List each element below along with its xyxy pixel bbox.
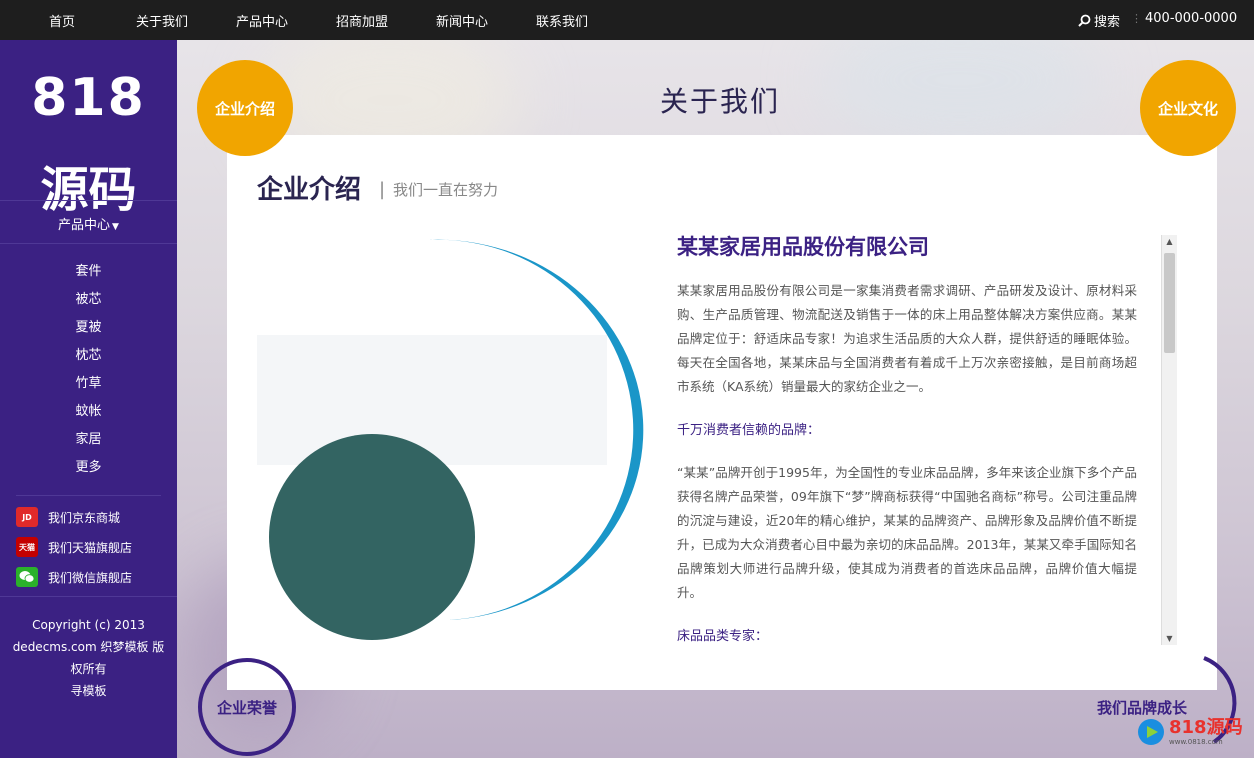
search-icon [1078, 14, 1091, 27]
company-name: 某某家居用品股份有限公司 [677, 235, 929, 259]
sidebar-item-category[interactable]: 家居 [0, 428, 177, 447]
sidebar: 818 源码 产品中心 ▼ 套件 被芯 夏被 枕芯 竹草 蚊帐 家居 更多 JD … [0, 40, 177, 758]
copyright: Copyright (c) 2013 dedecms.com 织梦模板 版 权所… [8, 614, 169, 702]
shop-link-wechat[interactable]: 我们微信旗舰店 [16, 567, 132, 587]
logo-text[interactable]: 源码 [0, 150, 177, 220]
shop-label: 我们微信旗舰店 [48, 570, 133, 585]
sidebar-item-category[interactable]: 更多 [0, 456, 177, 475]
search-button[interactable]: 搜索 [1078, 11, 1120, 30]
article-text: 某某家居用品股份有限公司 某某家居用品股份有限公司是一家集消费者需求调研、产品研… [677, 233, 1137, 645]
nav-home[interactable]: 首页 [49, 11, 75, 30]
sidebar-divider [0, 243, 177, 244]
sidebar-item-category[interactable]: 枕芯 [0, 344, 177, 363]
scroll-down-arrow-icon[interactable]: ▼ [1162, 634, 1177, 643]
brand-growth-link[interactable]: 我们品牌成长 [1097, 697, 1187, 718]
shop-link-jd[interactable]: JD 我们京东商城 [16, 507, 120, 527]
sidebar-item-category[interactable]: 夏被 [0, 316, 177, 335]
jd-icon: JD [16, 507, 38, 527]
scrollbar[interactable]: ▲ ▼ [1161, 235, 1177, 645]
circle-company-honor[interactable]: 企业荣誉 [198, 658, 296, 756]
nav-separator: ⋮ [1131, 12, 1142, 25]
section-separator: | [379, 179, 386, 200]
article-subheading: 千万消费者信赖的品牌： [677, 423, 821, 438]
shop-label: 我们天猫旗舰店 [48, 540, 133, 555]
watermark-logo: 818源码 www.0818.com [1137, 718, 1243, 746]
sidebar-item-category[interactable]: 被芯 [0, 288, 177, 307]
watermark-text: 818源码 [1169, 717, 1243, 738]
nav-franchise[interactable]: 招商加盟 [336, 11, 388, 30]
play-logo-icon [1138, 719, 1164, 745]
scroll-up-arrow-icon[interactable]: ▲ [1162, 237, 1177, 246]
sidebar-item-category[interactable]: 竹草 [0, 372, 177, 391]
tmall-icon: 天猫 [16, 537, 38, 557]
copyright-line: Copyright (c) 2013 [32, 618, 145, 632]
nav-news[interactable]: 新闻中心 [436, 11, 488, 30]
shop-link-tmall[interactable]: 天猫 我们天猫旗舰店 [16, 537, 132, 557]
article-subheading: 床品品类专家： [677, 629, 769, 644]
circle-company-intro[interactable]: 企业介绍 [197, 60, 293, 156]
caret-down-icon: ▼ [112, 222, 119, 232]
section-subtitle: 我们一直在努力 [393, 181, 499, 199]
section-title: 企业介绍 [257, 175, 362, 205]
sidebar-divider [16, 495, 161, 496]
article-paragraph: “某某”品牌开创于1995年，为全国性的专业床品品牌，多年来该企业旗下多个产品获… [677, 465, 1137, 600]
wechat-icon [16, 567, 38, 587]
product-center-label: 产品中心 [58, 218, 111, 233]
nav-about[interactable]: 关于我们 [136, 11, 188, 30]
product-center-dropdown[interactable]: 产品中心 ▼ [0, 214, 177, 233]
sidebar-divider [0, 200, 177, 201]
content-panel: 企业介绍 | 我们一直在努力 某某家居用品股份有限公司 某某家居用品股份有限公司… [227, 135, 1217, 690]
shop-label: 我们京东商城 [48, 510, 121, 525]
scroll-thumb[interactable] [1164, 253, 1175, 353]
page-title: 关于我们 [659, 85, 780, 118]
sidebar-item-category[interactable]: 蚊帐 [0, 400, 177, 419]
top-nav: 首页 关于我们 产品中心 招商加盟 新闻中心 联系我们 搜索 ⋮ 400-000… [0, 0, 1254, 40]
copyright-line: dedecms.com 织梦模板 版 [12, 640, 165, 654]
article-paragraph: 某某家居用品股份有限公司是一家集消费者需求调研、产品研发及设计、原材料采购、生产… [677, 283, 1137, 394]
phone-number: 400-000-0000 [1145, 11, 1238, 26]
nav-products[interactable]: 产品中心 [236, 11, 288, 30]
sidebar-divider [0, 596, 177, 597]
circle-company-culture[interactable]: 企业文化 [1140, 60, 1236, 156]
nav-contact[interactable]: 联系我们 [536, 11, 588, 30]
copyright-line: 权所有 [70, 662, 107, 676]
watermark-url: www.0818.com [1169, 738, 1223, 746]
copyright-line[interactable]: 寻模板 [8, 680, 169, 702]
decorative-graphic [257, 239, 644, 640]
sidebar-item-category[interactable]: 套件 [0, 260, 177, 279]
search-label: 搜索 [1094, 15, 1121, 30]
logo-number[interactable]: 818 [0, 68, 177, 128]
